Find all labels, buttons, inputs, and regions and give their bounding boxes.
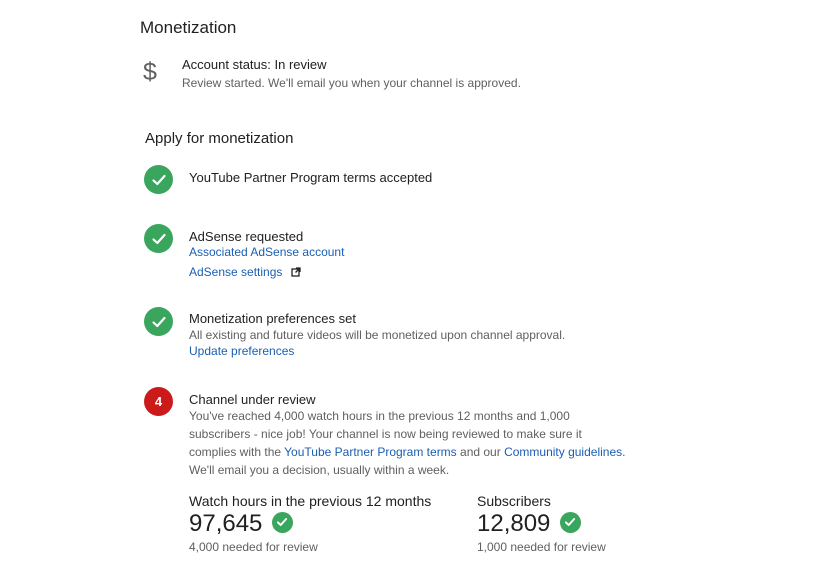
adsense-settings-link-wrap[interactable]: AdSense settings <box>189 263 301 282</box>
community-guidelines-link[interactable]: Community guidelines <box>504 445 622 459</box>
step-4-title: Channel under review <box>189 392 316 407</box>
subscribers-value: 12,809 <box>477 510 551 537</box>
partner-program-terms-link[interactable]: YouTube Partner Program terms <box>284 445 457 459</box>
step-4-description-line: We'll email you a decision, usually with… <box>189 463 450 477</box>
step-4-description-line: You've reached 4,000 watch hours in the … <box>189 409 570 423</box>
step-3-check-icon <box>144 307 173 336</box>
account-status-title: Account status: In review <box>182 57 327 72</box>
apply-section-title: Apply for monetization <box>145 130 294 147</box>
watch-hours-note: 4,000 needed for review <box>189 540 318 554</box>
subscribers-check-icon <box>559 511 581 533</box>
watch-hours-value-row: 97,645 <box>189 510 293 538</box>
step-4-description-text: complies with the <box>189 445 285 459</box>
step-4-description: You've reached 4,000 watch hours in the … <box>189 407 629 479</box>
update-preferences-link[interactable]: Update preferences <box>189 344 294 358</box>
account-status-description: Review started. We'll email you when you… <box>182 76 521 90</box>
step-4-number-badge: 4 <box>144 387 173 416</box>
step-1-title: YouTube Partner Program terms accepted <box>189 170 433 185</box>
step-4-description-line: complies with the YouTube Partner Progra… <box>189 443 629 461</box>
subscribers-value-row: 12,809 <box>477 510 581 538</box>
step-4-description-text: . <box>622 445 626 459</box>
subscribers-note: 1,000 needed for review <box>477 540 606 554</box>
step-2-check-icon <box>144 224 173 253</box>
dollar-icon: $ <box>143 58 157 86</box>
watch-hours-value: 97,645 <box>189 510 263 537</box>
step-3-description: All existing and future videos will be m… <box>189 328 566 342</box>
adsense-settings-link[interactable]: AdSense settings <box>189 265 282 279</box>
watch-hours-check-icon <box>271 511 293 533</box>
page-title: Monetization <box>140 18 237 37</box>
watch-hours-label: Watch hours in the previous 12 months <box>189 493 432 509</box>
external-link-icon[interactable] <box>291 264 301 282</box>
step-3-title: Monetization preferences set <box>189 311 356 326</box>
step-2-title: AdSense requested <box>189 229 304 244</box>
step-4-description-text: and our <box>456 445 505 459</box>
step-1-check-icon <box>144 165 173 194</box>
subscribers-label: Subscribers <box>477 493 551 509</box>
associated-adsense-account-link[interactable]: Associated AdSense account <box>189 245 344 259</box>
step-4-description-line: subscribers - nice job! Your channel is … <box>189 427 582 441</box>
